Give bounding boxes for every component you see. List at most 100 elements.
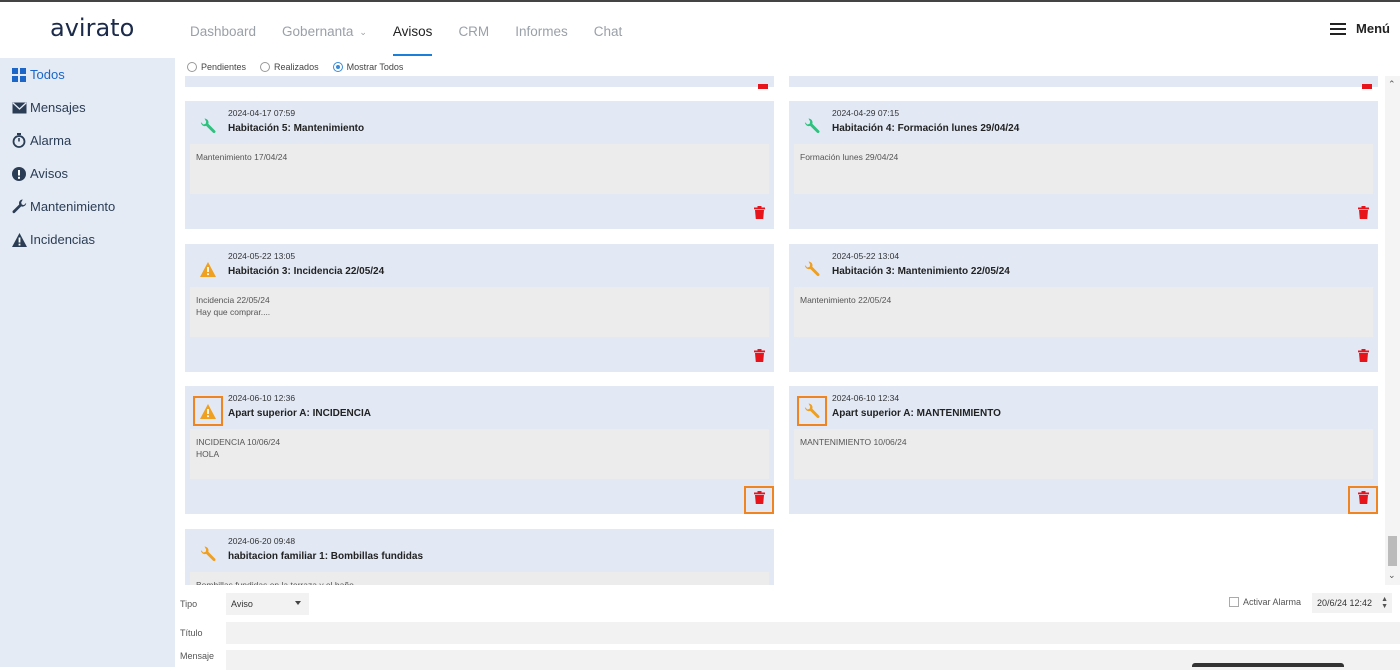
delete-button[interactable] bbox=[1348, 486, 1378, 514]
tipo-select[interactable]: Aviso bbox=[226, 593, 309, 615]
sidebar-item-label: Mantenimiento bbox=[30, 199, 116, 214]
card-body: Bombillas fundidas en la terraza y el ba… bbox=[190, 572, 769, 585]
exclamation-circle-icon bbox=[11, 166, 27, 182]
aviso-card[interactable]: 2024-05-22 13:05 Habitación 3: Incidencia… bbox=[185, 244, 774, 372]
sidebar-item-alarma[interactable]: Alarma bbox=[0, 124, 175, 157]
trash-icon bbox=[1357, 491, 1369, 509]
mensaje-input[interactable] bbox=[226, 650, 1400, 670]
datetime-input[interactable]: 20/6/24 12:42 ▲ ▼ bbox=[1312, 593, 1392, 613]
trash-icon bbox=[753, 491, 765, 509]
wrench-icon bbox=[797, 254, 827, 284]
sidebar-item-mantenimiento[interactable]: Mantenimiento bbox=[0, 190, 175, 223]
aviso-card[interactable]: 2024-06-10 12:34 Apart superior A: MANTEN… bbox=[789, 386, 1378, 514]
card-body: Formación lunes 29/04/24 bbox=[794, 144, 1373, 194]
card-partial bbox=[789, 76, 1378, 89]
card-date: 2024-05-22 13:05 bbox=[228, 251, 296, 261]
nav-informes[interactable]: Informes bbox=[515, 2, 568, 58]
card-body: MANTENIMIENTO 10/06/24 bbox=[794, 429, 1373, 479]
scrollbar-thumb[interactable] bbox=[1388, 536, 1397, 566]
card-date: 2024-05-22 13:04 bbox=[832, 251, 900, 261]
card-title: Apart superior A: MANTENIMIENTO bbox=[832, 408, 1001, 419]
aviso-card[interactable]: 2024-05-22 13:04 Habitación 3: Mantenimie… bbox=[789, 244, 1378, 372]
nav-dashboard[interactable]: Dashboard bbox=[190, 2, 256, 58]
wrench-icon bbox=[797, 111, 827, 141]
card-partial bbox=[185, 76, 774, 89]
tipo-label: Tipo bbox=[180, 599, 198, 609]
filter-mostrar-todos[interactable]: Mostrar Todos bbox=[332, 62, 403, 72]
envelope-icon bbox=[11, 100, 27, 116]
titulo-label: Título bbox=[180, 628, 203, 638]
delete-button[interactable] bbox=[1348, 201, 1378, 229]
grid-icon bbox=[11, 67, 27, 83]
card-body: Incidencia 22/05/24 Hay que comprar.... bbox=[190, 287, 769, 337]
menu-label: Menú bbox=[1356, 21, 1390, 36]
sidebar-item-label: Mensajes bbox=[30, 100, 86, 115]
card-date: 2024-04-29 07:15 bbox=[832, 108, 900, 118]
radio-icon bbox=[187, 62, 197, 72]
wrench-icon bbox=[193, 111, 223, 141]
activar-alarma-checkbox[interactable]: Activar Alarma bbox=[1229, 597, 1301, 607]
radio-icon bbox=[260, 62, 271, 72]
warning-icon bbox=[193, 254, 223, 284]
sidebar-item-label: Avisos bbox=[30, 166, 69, 181]
sidebar: Todos Mensajes Alarma Avisos Mantenimien… bbox=[0, 58, 175, 667]
nav-crm[interactable]: CRM bbox=[458, 2, 489, 58]
filter-realizados[interactable]: Realizados bbox=[260, 62, 319, 72]
warning-icon bbox=[11, 232, 27, 248]
radio-icon bbox=[332, 62, 343, 72]
logo[interactable]: avirato bbox=[50, 14, 134, 42]
scroll-down-icon[interactable]: ⌄ bbox=[1388, 570, 1396, 581]
menu-button[interactable]: Menú bbox=[1330, 21, 1390, 36]
aviso-card[interactable]: 2024-04-29 07:15 Habitación 4: Formación … bbox=[789, 101, 1378, 229]
nav-gobernanta[interactable]: Gobernanta ⌄ bbox=[282, 2, 367, 58]
sidebar-item-todos[interactable]: Todos bbox=[0, 58, 175, 91]
caret-down-icon bbox=[295, 601, 301, 605]
card-date: 2024-04-17 07:59 bbox=[228, 108, 296, 118]
new-aviso-form: Tipo Aviso Activar Alarma 20/6/24 12:42 … bbox=[175, 585, 1400, 670]
nav-avisos[interactable]: Avisos bbox=[392, 2, 432, 58]
card-body: Mantenimiento 17/04/24 bbox=[190, 144, 769, 194]
stopwatch-icon bbox=[11, 133, 27, 149]
sidebar-item-label: Incidencias bbox=[30, 232, 96, 247]
warning-icon bbox=[193, 396, 223, 426]
card-date: 2024-06-20 09:48 bbox=[228, 536, 296, 546]
card-title: Habitación 3: Mantenimiento 22/05/24 bbox=[832, 266, 1010, 277]
sidebar-item-avisos[interactable]: Avisos bbox=[0, 157, 175, 190]
main-nav: Dashboard Gobernanta ⌄ Avisos CRM Informe… bbox=[190, 2, 648, 58]
trash-icon bbox=[1357, 349, 1369, 367]
card-title: Apart superior A: INCIDENCIA bbox=[228, 408, 371, 419]
trash-icon[interactable] bbox=[1362, 76, 1372, 94]
nav-chat[interactable]: Chat bbox=[594, 2, 623, 58]
scrollbar[interactable]: ⌃ ⌄ bbox=[1385, 76, 1400, 585]
checkbox-icon bbox=[1229, 597, 1239, 607]
trash-icon bbox=[1357, 206, 1369, 224]
delete-button[interactable] bbox=[744, 344, 774, 372]
filter-pendientes[interactable]: Pendientes bbox=[187, 62, 246, 72]
spinner-icon[interactable]: ▲ ▼ bbox=[1381, 596, 1388, 610]
wrench-icon bbox=[11, 199, 27, 215]
card-body: INCIDENCIA 10/06/24 HOLA bbox=[190, 429, 769, 479]
avisos-list: Pendientes Realizados Mostrar Todos 2024… bbox=[175, 58, 1400, 585]
delete-button[interactable] bbox=[1348, 344, 1378, 372]
aviso-card[interactable]: 2024-06-10 12:36 Apart superior A: INCIDE… bbox=[185, 386, 774, 514]
header: avirato Dashboard Gobernanta ⌄ Avisos CRM… bbox=[0, 2, 1400, 58]
sidebar-item-incidencias[interactable]: Incidencias bbox=[0, 223, 175, 256]
aviso-card[interactable]: 2024-06-20 09:48 habitacion familiar 1: B… bbox=[185, 529, 774, 585]
card-date: 2024-06-10 12:36 bbox=[228, 393, 296, 403]
card-title: Habitación 5: Mantenimiento bbox=[228, 123, 365, 134]
card-title: Habitación 3: Incidencia 22/05/24 bbox=[228, 266, 385, 277]
bottom-popup-edge bbox=[1192, 663, 1344, 667]
delete-button[interactable] bbox=[744, 201, 774, 229]
aviso-card[interactable]: 2024-04-17 07:59 Habitación 5: Mantenimie… bbox=[185, 101, 774, 229]
wrench-icon bbox=[193, 539, 223, 569]
wrench-icon bbox=[797, 396, 827, 426]
card-title: Habitación 4: Formación lunes 29/04/24 bbox=[832, 123, 1020, 134]
delete-button[interactable] bbox=[744, 486, 774, 514]
scroll-up-icon[interactable]: ⌃ bbox=[1388, 79, 1396, 90]
chevron-down-icon: ⌄ bbox=[359, 27, 367, 37]
trash-icon[interactable] bbox=[758, 76, 768, 94]
trash-icon bbox=[753, 349, 765, 367]
sidebar-item-label: Alarma bbox=[30, 133, 72, 148]
titulo-input[interactable] bbox=[226, 622, 1400, 644]
sidebar-item-mensajes[interactable]: Mensajes bbox=[0, 91, 175, 124]
